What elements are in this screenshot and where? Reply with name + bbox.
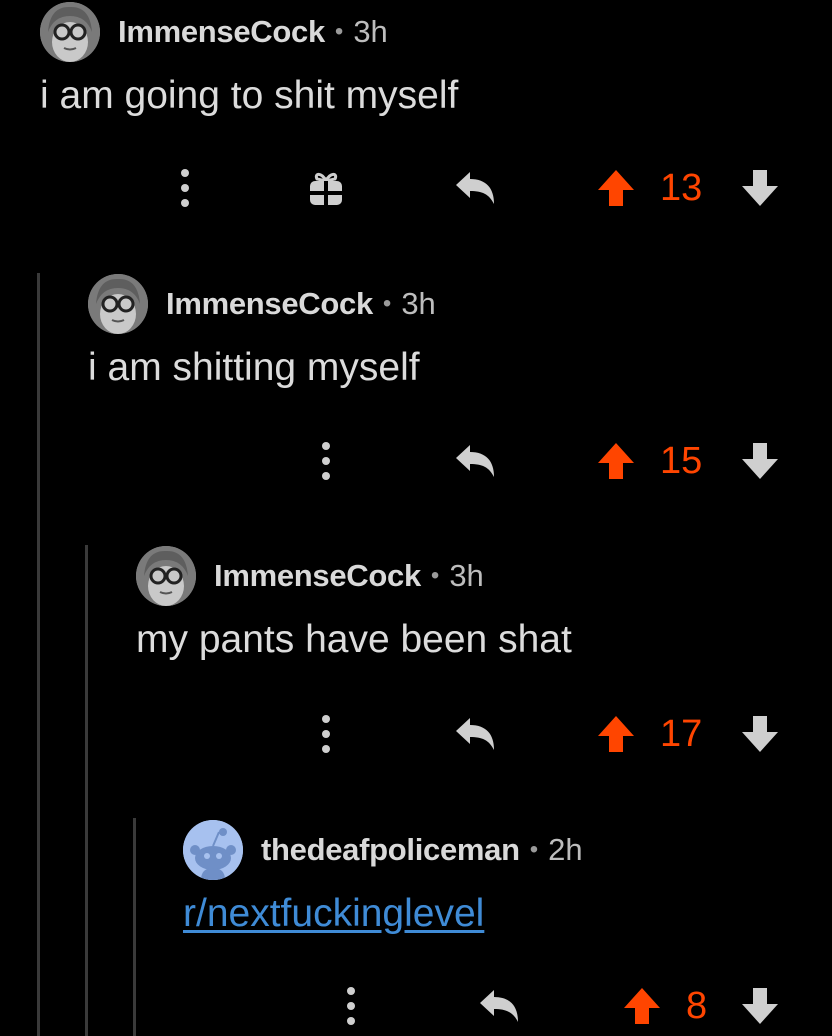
upvote-arrow-icon [598,170,634,206]
vote-score: 13 [660,158,716,218]
gift-icon [310,172,342,205]
upvote-button[interactable] [594,431,638,491]
portrait-avatar-icon [40,2,100,62]
avatar[interactable] [136,546,196,606]
upvote-arrow-icon [598,443,634,479]
separator-dot: • [430,562,440,589]
comment-header: ImmenseCock • 3h [88,274,436,334]
username[interactable]: ImmenseCock [166,286,373,322]
subreddit-link[interactable]: r/nextfuckinglevel [183,892,484,935]
downvote-arrow-icon [742,716,778,752]
vote-score: 15 [660,431,716,491]
reply-button[interactable] [450,431,500,491]
thread-line-1[interactable] [37,273,40,1036]
more-options-button[interactable] [306,704,346,764]
username[interactable]: ImmenseCock [118,14,325,50]
more-vertical-icon [322,442,330,480]
snoo-avatar-icon [183,820,243,880]
comment-actions: 15 [0,431,832,491]
comment-actions: 13 [0,158,832,218]
vote-score: 17 [660,704,716,764]
more-options-button[interactable] [165,158,205,218]
portrait-avatar-icon [88,274,148,334]
reply-button[interactable] [474,976,524,1036]
more-vertical-icon [181,169,189,207]
more-options-button[interactable] [306,431,346,491]
reply-arrow-icon [480,990,518,1022]
comment-header: ImmenseCock • 3h [40,2,388,62]
more-vertical-icon [322,715,330,753]
separator-dot: • [334,18,344,45]
comment-header: thedeafpoliceman • 2h [183,820,583,880]
score-value: 17 [660,712,703,755]
timestamp: 3h [449,558,484,593]
avatar[interactable] [40,2,100,62]
comment-header: ImmenseCock • 3h [136,546,484,606]
separator-dot: • [382,290,392,317]
timestamp: 3h [353,14,388,49]
reply-arrow-icon [456,172,494,204]
separator-dot: • [529,836,539,863]
upvote-button[interactable] [594,158,638,218]
reply-button[interactable] [450,704,500,764]
avatar[interactable] [183,820,243,880]
username[interactable]: thedeafpoliceman [261,832,520,868]
upvote-arrow-icon [598,716,634,752]
downvote-button[interactable] [738,704,782,764]
upvote-button[interactable] [620,976,664,1036]
downvote-button[interactable] [738,431,782,491]
portrait-avatar-icon [136,546,196,606]
timestamp: 3h [401,286,436,321]
downvote-arrow-icon [742,170,778,206]
score-value: 13 [660,166,703,209]
upvote-button[interactable] [594,704,638,764]
comment-actions: 8 [0,976,832,1036]
thread-line-2[interactable] [85,545,88,1036]
username[interactable]: ImmenseCock [214,558,421,594]
downvote-arrow-icon [742,988,778,1024]
score-value: 8 [686,984,708,1027]
downvote-arrow-icon [742,443,778,479]
timestamp: 2h [548,832,583,867]
comment-text: i am shitting myself [88,346,420,389]
reply-arrow-icon [456,718,494,750]
downvote-button[interactable] [738,976,782,1036]
comment-text: r/nextfuckinglevel [183,892,484,936]
more-vertical-icon [347,987,355,1025]
comment-actions: 17 [0,704,832,764]
downvote-button[interactable] [738,158,782,218]
award-button[interactable] [302,158,350,218]
more-options-button[interactable] [331,976,371,1036]
avatar[interactable] [88,274,148,334]
comment-text: my pants have been shat [136,618,572,661]
reply-arrow-icon [456,445,494,477]
reply-button[interactable] [450,158,500,218]
upvote-arrow-icon [624,988,660,1024]
vote-score: 8 [686,976,720,1036]
score-value: 15 [660,439,703,482]
comment-text: i am going to shit myself [40,74,459,117]
